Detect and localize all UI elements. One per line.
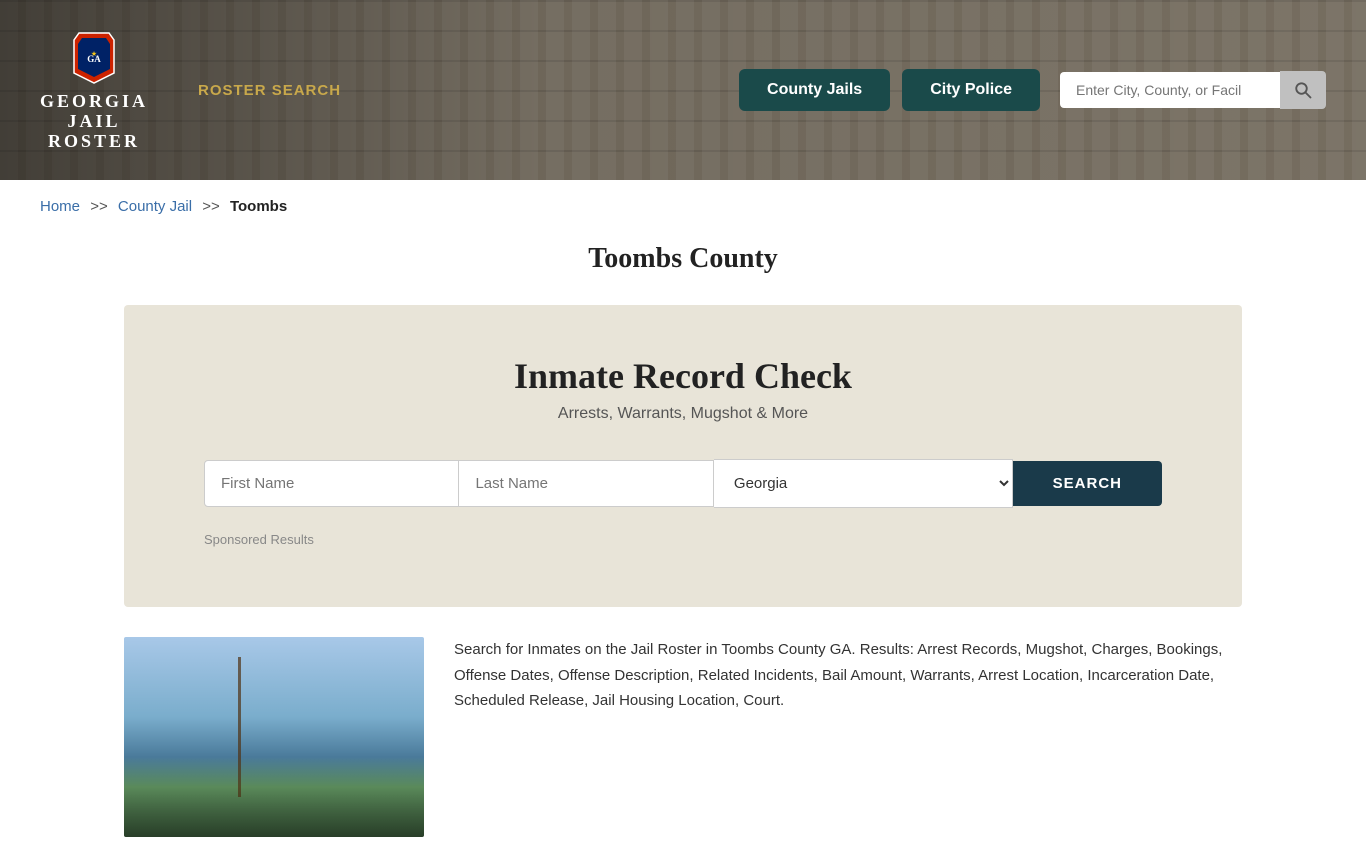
city-police-button[interactable]: City Police	[902, 69, 1040, 111]
logo-georgia: GEORGIA	[40, 92, 148, 112]
nav-buttons: County Jails City Police	[739, 69, 1040, 111]
record-section-subtitle: Arrests, Warrants, Mugshot & More	[204, 405, 1162, 423]
main-nav: ROSTER SEARCH County Jails City Police	[198, 69, 1326, 111]
last-name-input[interactable]	[459, 460, 713, 507]
inmate-record-section: Inmate Record Check Arrests, Warrants, M…	[124, 305, 1242, 607]
site-logo[interactable]: GA ★ GEORGIA JAIL ROSTER	[40, 28, 148, 151]
breadcrumb-county-jail[interactable]: County Jail	[118, 198, 192, 215]
roster-search-link[interactable]: ROSTER SEARCH	[198, 82, 341, 99]
page-title: Toombs County	[0, 243, 1366, 275]
bottom-content: Search for Inmates on the Jail Roster in…	[0, 607, 1366, 867]
header-search-bar	[1060, 71, 1326, 109]
site-header: GA ★ GEORGIA JAIL ROSTER ROSTER SEARCH C…	[0, 0, 1366, 180]
county-description: Search for Inmates on the Jail Roster in…	[454, 637, 1242, 714]
record-section-title: Inmate Record Check	[204, 355, 1162, 397]
record-form: AlabamaAlaskaArizonaArkansasCaliforniaCo…	[204, 459, 1162, 508]
sponsored-results-label: Sponsored Results	[204, 532, 1162, 547]
county-jails-button[interactable]: County Jails	[739, 69, 890, 111]
search-icon	[1294, 81, 1312, 99]
header-content: GA ★ GEORGIA JAIL ROSTER ROSTER SEARCH C…	[0, 0, 1366, 180]
georgia-seal-icon: GA ★	[64, 28, 124, 88]
breadcrumb-sep1: >>	[90, 198, 108, 215]
header-search-button[interactable]	[1280, 71, 1326, 109]
state-select[interactable]: AlabamaAlaskaArizonaArkansasCaliforniaCo…	[714, 459, 1013, 508]
svg-text:★: ★	[91, 50, 97, 58]
first-name-input[interactable]	[204, 460, 459, 507]
breadcrumb-sep2: >>	[202, 198, 220, 215]
logo-jail: JAIL	[68, 112, 121, 132]
breadcrumb-current: Toombs	[230, 198, 287, 215]
breadcrumb-home[interactable]: Home	[40, 198, 80, 215]
county-image	[124, 637, 424, 837]
header-search-input[interactable]	[1060, 72, 1280, 108]
logo-roster: ROSTER	[48, 132, 140, 152]
record-search-button[interactable]: SEARCH	[1013, 461, 1162, 506]
breadcrumb: Home >> County Jail >> Toombs	[0, 180, 1366, 233]
